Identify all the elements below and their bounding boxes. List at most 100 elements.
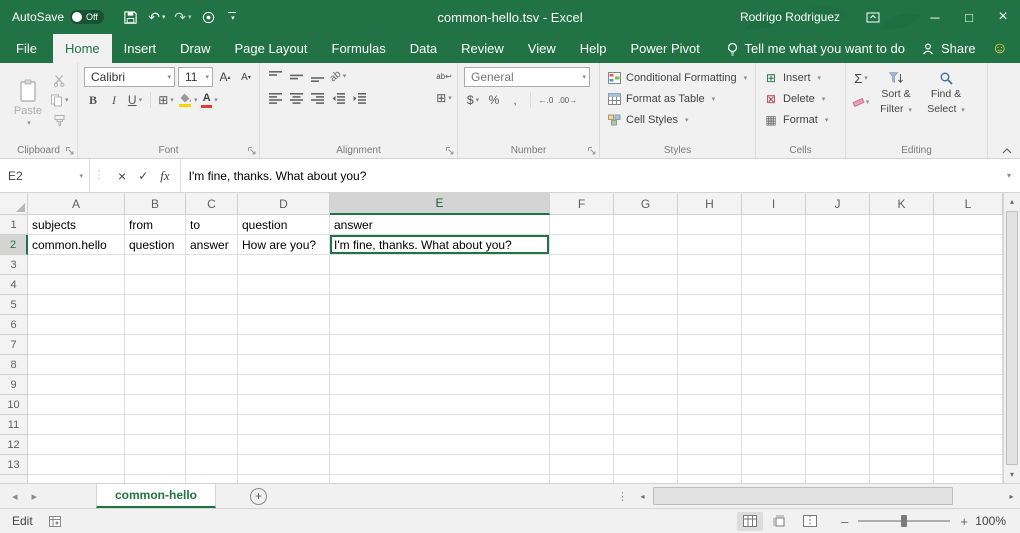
row-header-10[interactable]: 10 (0, 395, 28, 415)
cell-F5[interactable] (550, 295, 614, 315)
account-name[interactable]: Rodrigo Rodriguez (740, 10, 840, 24)
align-left-button[interactable] (266, 89, 284, 107)
cell-I13[interactable] (742, 455, 806, 475)
column-header-F[interactable]: F (550, 193, 614, 215)
column-header-E[interactable]: E (330, 193, 550, 215)
row-header-4[interactable]: 4 (0, 275, 28, 295)
bottom-align-button[interactable] (308, 67, 326, 85)
row-header-6[interactable]: 6 (0, 315, 28, 335)
cell-L3[interactable] (934, 255, 1003, 275)
tab-home[interactable]: Home (53, 34, 112, 63)
cell-B6[interactable] (125, 315, 186, 335)
cell-A4[interactable] (28, 275, 125, 295)
cell-A12[interactable] (28, 435, 125, 455)
cell-I1[interactable] (742, 215, 806, 235)
cell-partial[interactable] (870, 475, 934, 483)
cell-L2[interactable] (934, 235, 1003, 255)
tab-power-pivot[interactable]: Power Pivot (619, 34, 712, 63)
cell-L13[interactable] (934, 455, 1003, 475)
tab-insert[interactable]: Insert (112, 34, 169, 63)
cell-D2[interactable]: How are you? (238, 235, 330, 255)
cell-D8[interactable] (238, 355, 330, 375)
share-button[interactable]: Share (921, 41, 976, 56)
cell-J2[interactable] (806, 235, 870, 255)
insert-function-button[interactable]: fx (160, 168, 169, 184)
align-right-button[interactable] (308, 89, 326, 107)
row-header-11[interactable]: 11 (0, 415, 28, 435)
cell-K8[interactable] (870, 355, 934, 375)
cell-A11[interactable] (28, 415, 125, 435)
cell-A13[interactable] (28, 455, 125, 475)
cell-partial[interactable] (186, 475, 238, 483)
cell-D4[interactable] (238, 275, 330, 295)
cell-F12[interactable] (550, 435, 614, 455)
cell-B10[interactable] (125, 395, 186, 415)
cell-partial[interactable] (742, 475, 806, 483)
cell-G11[interactable] (614, 415, 678, 435)
row-header-partial[interactable] (0, 475, 28, 483)
cell-F8[interactable] (550, 355, 614, 375)
cell-I10[interactable] (742, 395, 806, 415)
cell-D5[interactable] (238, 295, 330, 315)
row-header-9[interactable]: 9 (0, 375, 28, 395)
increase-indent-button[interactable] (350, 89, 368, 107)
cell-C9[interactable] (186, 375, 238, 395)
autosave-toggle[interactable]: AutoSave Off (0, 10, 104, 24)
cell-L10[interactable] (934, 395, 1003, 415)
cell-K9[interactable] (870, 375, 934, 395)
cell-K2[interactable] (870, 235, 934, 255)
cell-D6[interactable] (238, 315, 330, 335)
font-color-button[interactable]: A ▾ (201, 91, 219, 109)
cell-J13[interactable] (806, 455, 870, 475)
cell-I6[interactable] (742, 315, 806, 335)
cell-H9[interactable] (678, 375, 742, 395)
cell-L9[interactable] (934, 375, 1003, 395)
cell-styles-button[interactable]: Cell Styles ▾ (606, 109, 751, 130)
cell-partial[interactable] (614, 475, 678, 483)
scroll-left-button[interactable]: ◂ (634, 484, 651, 508)
bold-button[interactable]: B (84, 91, 102, 109)
cell-F2[interactable] (550, 235, 614, 255)
cell-H6[interactable] (678, 315, 742, 335)
alignment-dialog-launcher[interactable] (446, 147, 454, 155)
cell-I8[interactable] (742, 355, 806, 375)
cell-L7[interactable] (934, 335, 1003, 355)
cell-I4[interactable] (742, 275, 806, 295)
cell-C2[interactable]: answer (186, 235, 238, 255)
find-select-button[interactable]: Find & Select ▾ (922, 67, 970, 115)
page-layout-view-button[interactable] (767, 512, 793, 531)
cell-J1[interactable] (806, 215, 870, 235)
cell-partial[interactable] (330, 475, 550, 483)
clipboard-dialog-launcher[interactable] (66, 147, 74, 155)
cell-E13[interactable] (330, 455, 550, 475)
shrink-font-button[interactable]: A▾ (237, 68, 255, 86)
cell-partial[interactable] (806, 475, 870, 483)
cell-H12[interactable] (678, 435, 742, 455)
cell-A8[interactable] (28, 355, 125, 375)
row-header-13[interactable]: 13 (0, 455, 28, 475)
tab-help[interactable]: Help (568, 34, 619, 63)
cell-J3[interactable] (806, 255, 870, 275)
cell-H13[interactable] (678, 455, 742, 475)
cell-K4[interactable] (870, 275, 934, 295)
cell-I5[interactable] (742, 295, 806, 315)
fill-color-button[interactable]: ▾ (178, 91, 198, 109)
cell-I12[interactable] (742, 435, 806, 455)
tell-me-search[interactable]: Tell me what you want to do (726, 41, 905, 56)
cell-H10[interactable] (678, 395, 742, 415)
cut-button[interactable] (50, 71, 69, 89)
cell-F3[interactable] (550, 255, 614, 275)
cell-J4[interactable] (806, 275, 870, 295)
cell-C6[interactable] (186, 315, 238, 335)
cell-I3[interactable] (742, 255, 806, 275)
decrease-decimal-button[interactable]: .00→ (558, 91, 577, 109)
collapse-ribbon-button[interactable] (1002, 148, 1012, 154)
cell-G13[interactable] (614, 455, 678, 475)
cell-partial[interactable] (28, 475, 125, 483)
row-header-2[interactable]: 2 (0, 235, 28, 255)
customize-qat-button[interactable]: ▾ (228, 12, 236, 22)
cell-B13[interactable] (125, 455, 186, 475)
cell-D3[interactable] (238, 255, 330, 275)
column-header-D[interactable]: D (238, 193, 330, 215)
cell-B1[interactable]: from (125, 215, 186, 235)
